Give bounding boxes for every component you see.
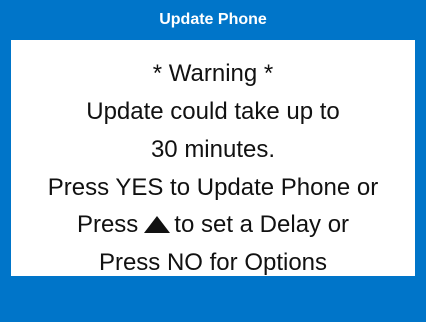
warning-heading: * Warning * (152, 60, 274, 87)
instruction-delay-prefix: Press (76, 211, 139, 238)
instruction-delay-suffix: to set a Delay or (174, 211, 350, 238)
instruction-no: Press NO for Options (98, 249, 328, 276)
warning-text-line-1: Update could take up to (86, 98, 340, 125)
softkey-bar (0, 276, 426, 322)
instruction-delay: Press to set a Delay or (11, 211, 415, 239)
phone-screen: Update Phone * Warning * Update could ta… (0, 0, 426, 322)
instruction-yes: Press YES to Update Phone or (47, 174, 379, 201)
up-triangle-icon (144, 216, 171, 233)
warning-text-line-2: 30 minutes. (150, 136, 276, 163)
screen-title: Update Phone (159, 11, 267, 28)
warning-panel: * Warning * Update could take up to 30 m… (11, 40, 415, 276)
